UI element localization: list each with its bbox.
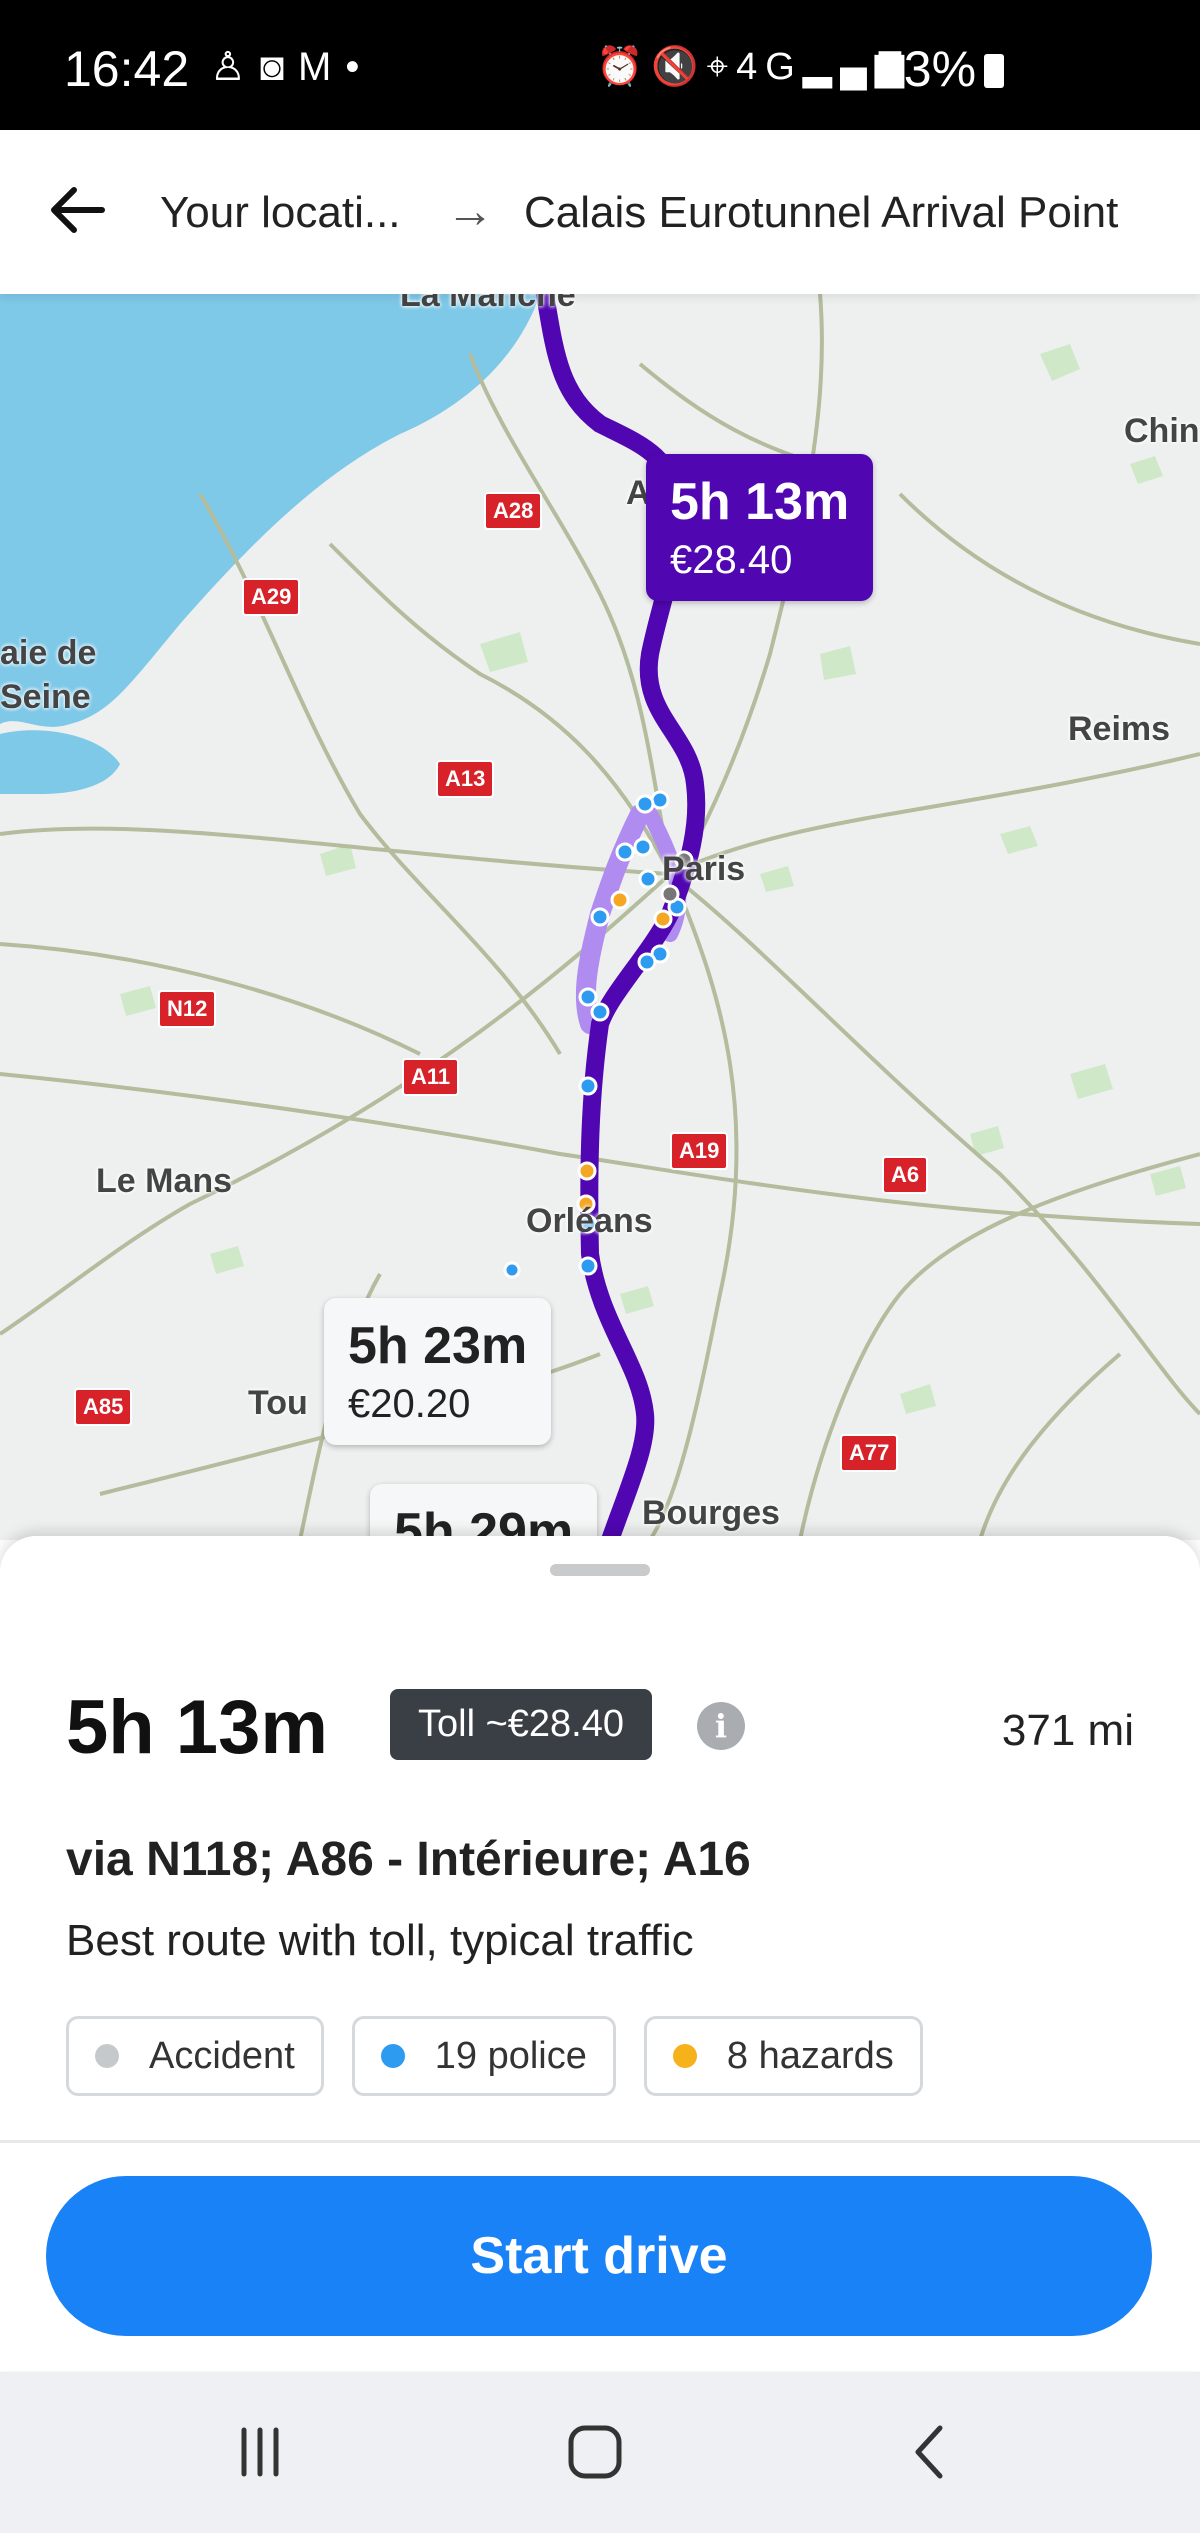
chip-label: 8 hazards (726, 2034, 894, 2077)
road-badge: A77 (840, 1434, 899, 1472)
route-header: Your locati... → Calais Eurotunnel Arriv… (0, 130, 1200, 294)
system-back-button[interactable] (880, 2412, 980, 2492)
city-label: Orléans (526, 1202, 653, 1240)
route-duration: 5h 13m (66, 1685, 328, 1770)
route-price: €20.20 (348, 1382, 471, 1426)
chip-label: Accident (149, 2034, 295, 2077)
city-label: Chin (1124, 412, 1200, 450)
road-badge: A28 (484, 492, 543, 530)
recent-apps-icon (241, 2427, 279, 2477)
road-badge: A11 (402, 1058, 460, 1096)
mute-icon: 🔇 (651, 46, 707, 88)
road-badge: N12 (158, 990, 217, 1028)
arrow-right-icon: → (446, 185, 494, 238)
city-label: Le Mans (96, 1162, 233, 1200)
status-bar: 16:42 ♙◙M• ⏰🔇⌖4G▂▄▆ 73% (0, 0, 1200, 130)
city-label: aie de (0, 634, 97, 672)
alert-chips: Accident 19 police 8 hazards (66, 2016, 923, 2096)
drag-handle[interactable] (550, 1564, 650, 1576)
map-view[interactable]: A28 A29 A13 N12 A11 A19 A6 A85 A77 La Ma… (0, 294, 1200, 1540)
route-bubble-selected[interactable]: 5h 13m €28.40 (646, 454, 874, 601)
system-icons: ⏰🔇⌖4G▂▄▆ (596, 44, 912, 89)
road-badge: A85 (74, 1388, 133, 1426)
route-bubble-alt[interactable]: 5h 23m €20.20 (324, 1298, 552, 1445)
info-icon[interactable]: i (697, 1702, 745, 1750)
start-drive-button[interactable]: Start drive (46, 2176, 1152, 2336)
water-body (0, 730, 120, 794)
clock: 16:42 (64, 41, 190, 97)
toll-badge: Toll ~€28.40 (390, 1689, 652, 1760)
police-chip[interactable]: 19 police (351, 2016, 616, 2096)
road-badge: A29 (242, 578, 301, 616)
route-description: Best route with toll, typical traffic (66, 1916, 694, 1965)
city-label: Tou (248, 1384, 308, 1422)
route-via: via N118; A86 - Intérieure; A16 (66, 1833, 751, 1886)
battery-level: 73% (876, 41, 977, 97)
battery-indicator: 73% (876, 40, 1005, 98)
destination-label[interactable]: Calais Eurotunnel Arrival Point (524, 188, 1118, 238)
road-badge: A19 (670, 1132, 729, 1170)
battery-icon (984, 54, 1005, 88)
accident-dot-icon (95, 2044, 119, 2068)
city-label: Paris (662, 850, 746, 888)
road-badge: A6 (882, 1156, 929, 1194)
app-icon: ◙ (259, 45, 299, 89)
hazard-dot-icon (672, 2044, 697, 2068)
route-details-sheet: 5h 13m Toll ~€28.40 i 371 mi via N118; A… (0, 1536, 1200, 2371)
route-time: 5h 29m (394, 1503, 574, 1540)
map-canvas (0, 294, 1200, 1540)
gmail-icon: M (298, 45, 346, 89)
route-time: 5h 13m (670, 473, 850, 531)
route-price: €28.40 (670, 538, 793, 582)
dot-icon: • (345, 45, 374, 89)
divider (0, 2140, 1200, 2143)
chip-label: 19 police (434, 2034, 587, 2077)
snapchat-icon: ♙ (210, 45, 260, 89)
route-time: 5h 23m (348, 1317, 528, 1375)
city-label: Bourges (642, 1494, 780, 1532)
arrow-left-icon (51, 187, 105, 233)
back-button[interactable] (40, 170, 120, 250)
route-bubble-alt[interactable]: 5h 29m (370, 1484, 598, 1540)
alarm-icon: ⏰ (596, 46, 652, 88)
home-icon (568, 2425, 622, 2479)
city-label: Reims (1068, 710, 1171, 748)
police-dot-icon (380, 2044, 405, 2068)
4g-icon: 4G (736, 46, 803, 88)
system-nav-bar (0, 2372, 1200, 2533)
city-label: Seine (0, 678, 91, 716)
route-distance: 371 mi (1001, 1706, 1134, 1755)
origin-label[interactable]: Your locati... (160, 188, 401, 238)
hazard-chip[interactable]: 8 hazards (643, 2016, 923, 2096)
recent-apps-button[interactable] (210, 2412, 310, 2492)
city-label: La Manche (400, 294, 576, 314)
road-badge: A13 (436, 760, 495, 798)
home-button[interactable] (545, 2412, 645, 2492)
accident-chip[interactable]: Accident (66, 2016, 324, 2096)
notification-icons: ♙◙M• (210, 44, 373, 90)
back-icon (915, 2425, 943, 2479)
location-icon: ⌖ (706, 46, 737, 88)
